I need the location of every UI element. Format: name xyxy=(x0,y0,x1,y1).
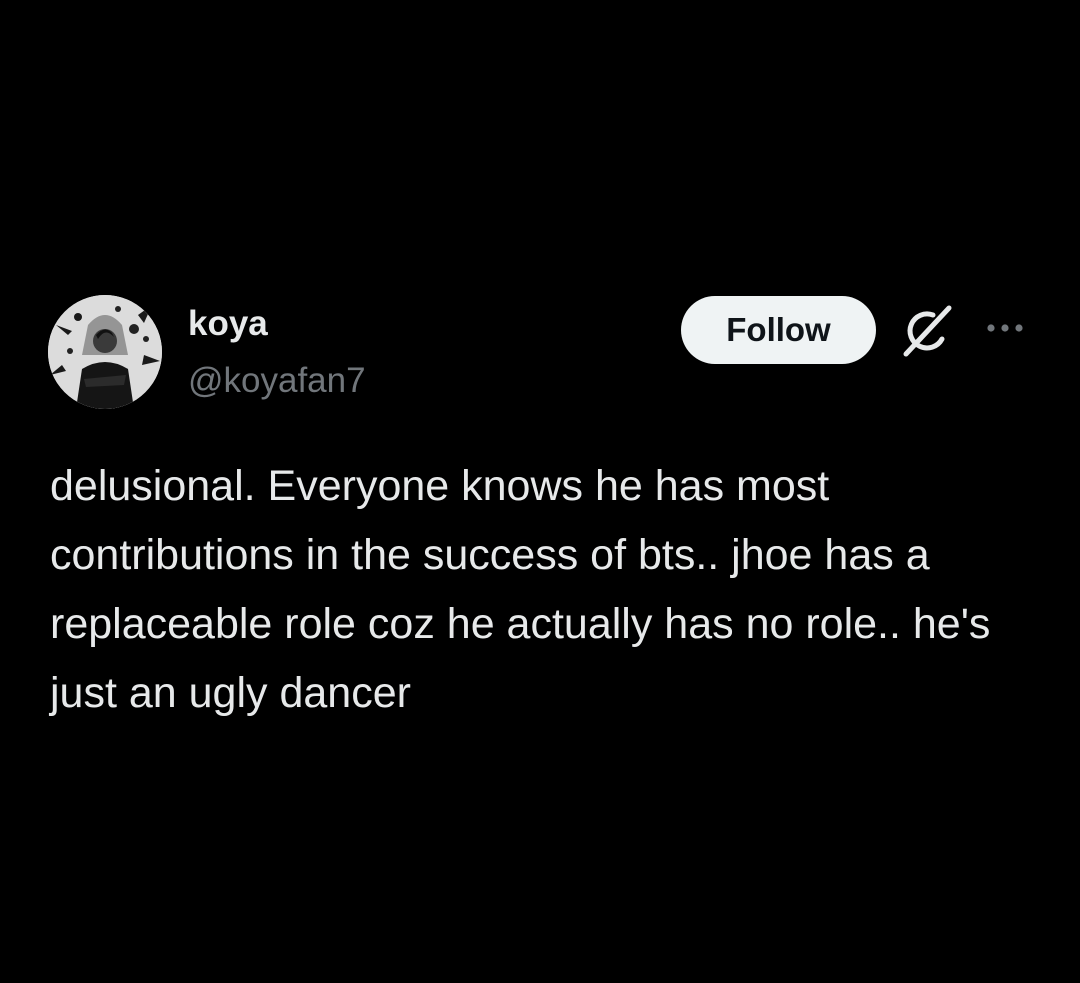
post-text: delusional. Everyone knows he has most c… xyxy=(50,462,991,717)
avatar[interactable] xyxy=(48,295,162,409)
avatar-image xyxy=(48,295,162,409)
grok-icon[interactable] xyxy=(896,303,956,359)
author-handle[interactable]: @koyafan7 xyxy=(188,359,366,403)
author-display-name[interactable]: koya xyxy=(188,302,268,346)
follow-button[interactable]: Follow xyxy=(681,296,876,364)
more-options-icon[interactable] xyxy=(982,316,1028,340)
post-card: koya @koyafan7 Follow delusional. Everyo… xyxy=(0,0,1080,983)
